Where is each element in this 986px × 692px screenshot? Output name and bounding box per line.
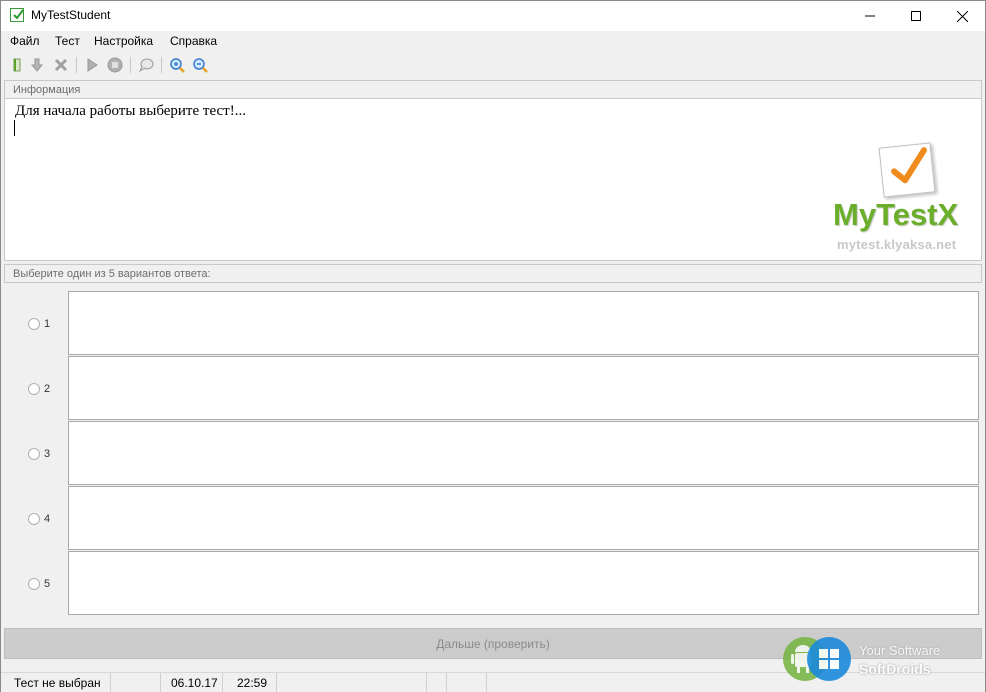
status-date: 06.10.17 [171,676,218,690]
answer-row: 4 [4,486,982,550]
status-time-cell: 22:59 [223,673,277,692]
answer-number: 4 [44,513,51,525]
answer-number: 2 [44,383,51,395]
status-time: 22:59 [237,676,268,690]
info-message: Для начала работы выберите тест!... [15,103,246,119]
menu-bar: Файл Тест Настройка Справка [1,31,985,52]
maximize-icon [911,11,921,21]
menu-file[interactable]: Файл [10,34,40,48]
minimize-button[interactable] [847,1,893,31]
text-caret [14,120,15,136]
watermark-line1: Your Software [859,643,941,658]
zoom-in-icon [170,58,185,73]
status-empty-cell [111,673,161,692]
info-header-label: Информация [13,84,81,96]
answer-number: 1 [44,318,51,330]
stop-button[interactable] [105,55,125,75]
open-file-icon [13,58,21,72]
toolbar-separator [130,57,131,73]
delete-x-icon [54,58,68,72]
answer-text-box-5[interactable] [68,551,979,615]
stop-icon [107,57,123,73]
zoom-out-icon [193,58,208,73]
answer-row: 5 [4,551,982,615]
logo-check-card [878,142,936,198]
menu-help[interactable]: Справка [170,34,217,48]
maximize-button[interactable] [893,1,939,31]
answer-radio-1[interactable] [28,318,40,330]
close-button[interactable] [939,1,985,31]
answers-list: 1 2 3 4 5 [4,284,982,620]
zoom-out-button[interactable] [190,55,210,75]
play-icon [87,58,98,72]
answer-text-box-3[interactable] [68,421,979,485]
download-button[interactable] [27,55,47,75]
answers-panel-header: Выберите один из 5 вариантов ответа: [4,264,982,283]
logo-wordmark: MyTestX [833,197,959,232]
orange-check-icon [891,147,928,184]
answer-row: 2 [4,356,982,420]
info-text-area[interactable]: Для начала работы выберите тест!... MyTe… [4,99,982,261]
comment-button[interactable] [136,55,156,75]
start-button[interactable] [82,55,102,75]
status-empty-cell [447,673,487,692]
softdroids-watermark: Your Software SoftDroids [783,635,983,685]
menu-test[interactable]: Тест [55,34,80,48]
arrow-down-icon [30,58,44,72]
answer-row: 3 [4,421,982,485]
answer-radio-4[interactable] [28,513,40,525]
status-test: Тест не выбран [14,676,101,690]
answer-text-box-4[interactable] [68,486,979,550]
watermark-line2: SoftDroids [859,661,931,677]
minimize-icon [865,15,875,17]
answer-text-box-1[interactable] [68,291,979,355]
zoom-in-button[interactable] [167,55,187,75]
title-bar[interactable]: MyTestStudent [1,1,985,31]
status-empty-cell [277,673,427,692]
status-empty-cell [427,673,447,692]
logo-url: mytest.klyaksa.net [837,237,957,252]
answer-radio-2[interactable] [28,383,40,395]
info-panel-header: Информация [4,80,982,99]
app-window: MyTestStudent Файл Тест Настройка Справк… [0,0,986,692]
status-test-cell: Тест не выбран [1,673,111,692]
open-test-button[interactable] [7,55,27,75]
status-date-cell: 06.10.17 [161,673,223,692]
window-title: MyTestStudent [31,8,111,22]
menu-settings[interactable]: Настройка [94,34,153,48]
answer-number: 5 [44,578,51,590]
answers-header-label: Выберите один из 5 вариантов ответа: [13,268,211,280]
answer-radio-5[interactable] [28,578,40,590]
answer-radio-3[interactable] [28,448,40,460]
mytestx-logo: MyTestX mytest.klyaksa.net [833,142,973,257]
answer-row: 1 [4,291,982,355]
windows-icon [807,637,851,681]
close-icon [956,10,968,22]
close-test-button[interactable] [51,55,71,75]
answer-number: 3 [44,448,51,460]
answer-text-box-2[interactable] [68,356,979,420]
chat-bubble-icon [138,58,154,73]
toolbar [1,53,985,77]
toolbar-separator [76,57,77,73]
toolbar-separator [161,57,162,73]
app-checkbox-icon [10,8,24,22]
